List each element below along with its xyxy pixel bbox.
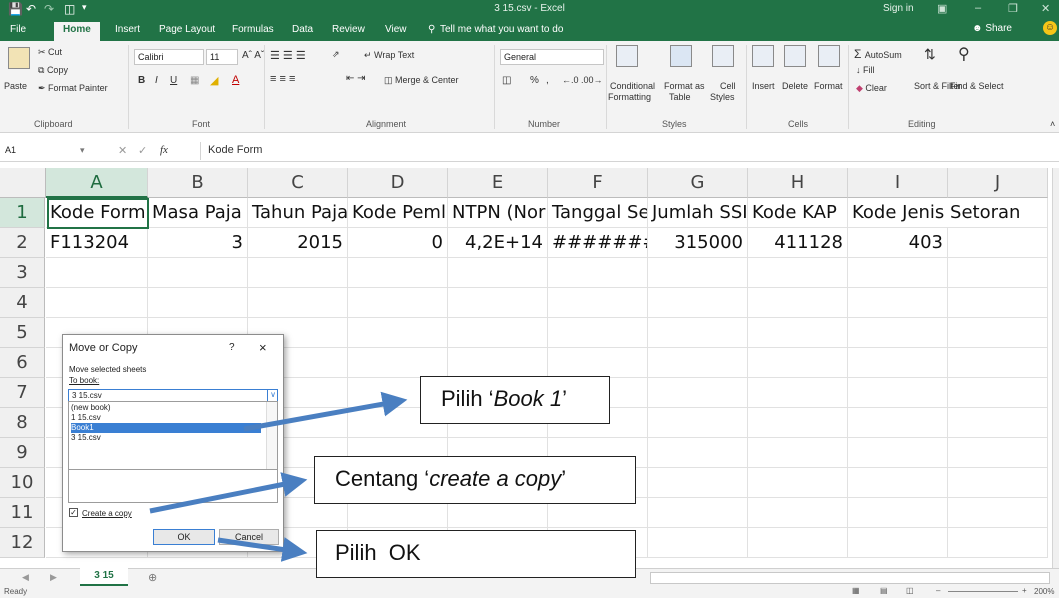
arrow-overlay — [149, 391, 408, 562]
arrow-to-book1 — [243, 391, 408, 432]
arrow-to-ok — [217, 537, 308, 562]
arrow-to-create-copy — [149, 472, 308, 514]
excel-window: 💾 ↶ ↷ ◫ ▾ 3 15.csv - Excel Sign in ▣ – ❐… — [0, 0, 1059, 598]
